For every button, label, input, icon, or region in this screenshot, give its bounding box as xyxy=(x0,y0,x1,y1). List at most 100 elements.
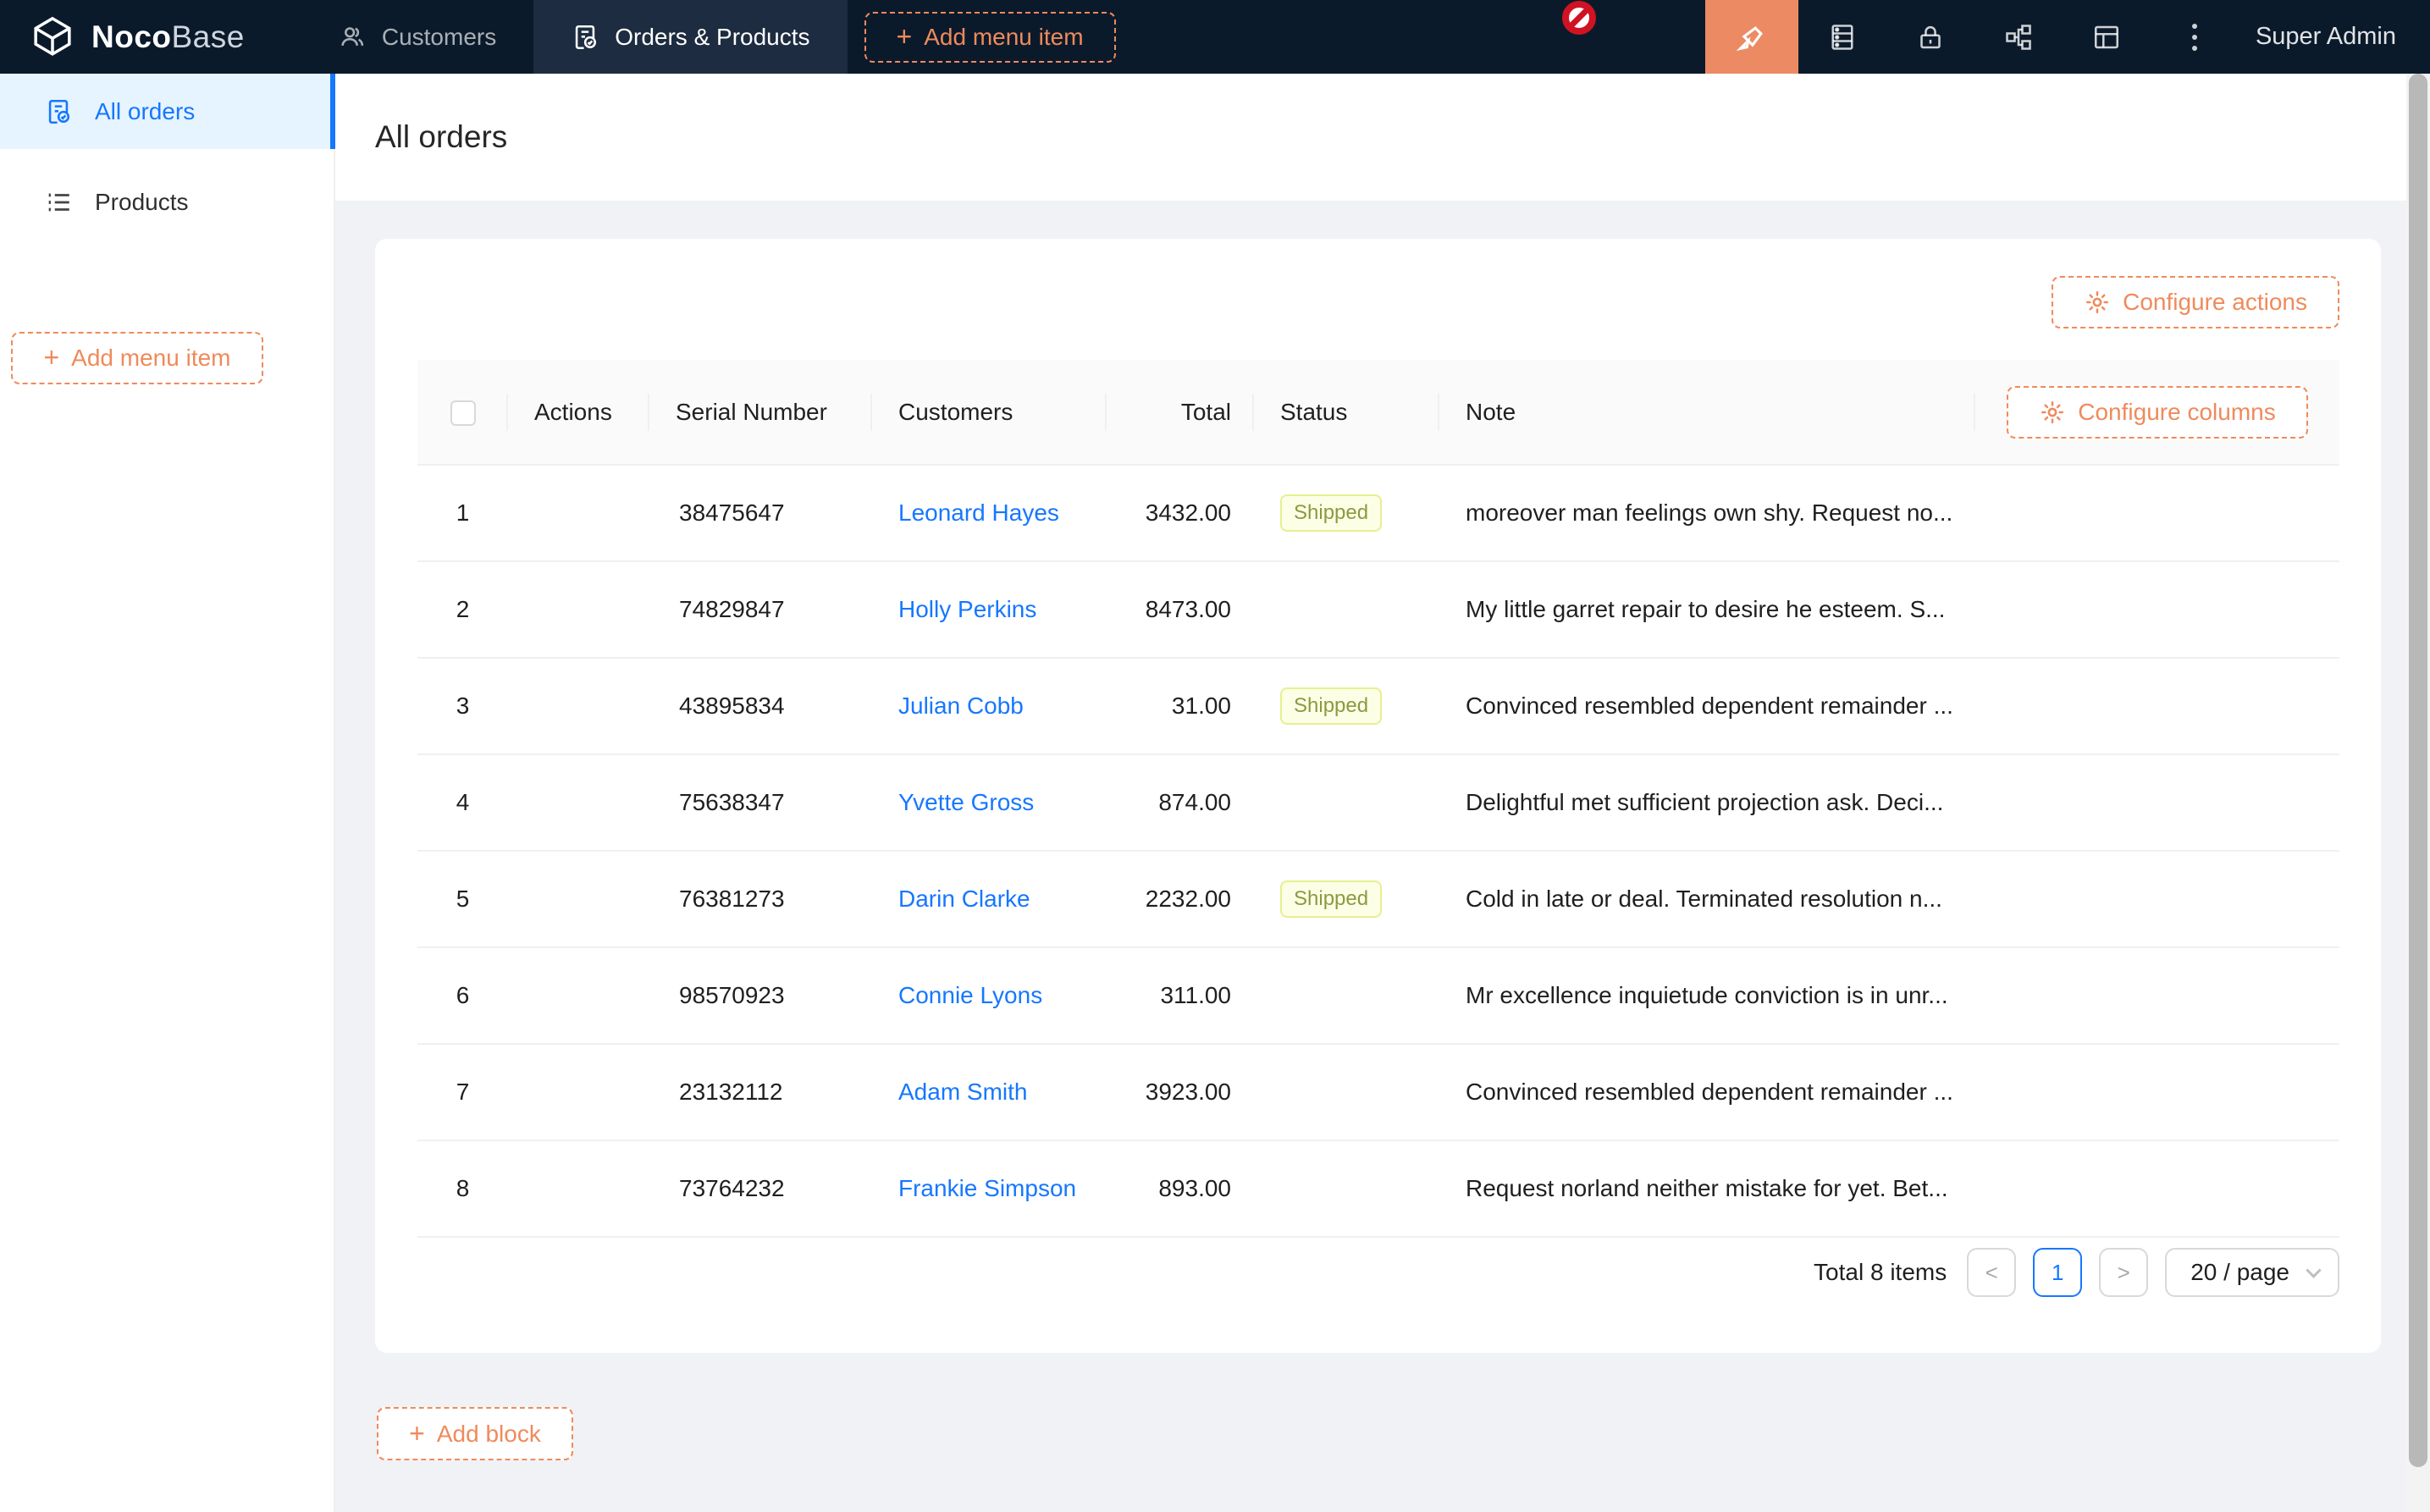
customer-link[interactable]: Leonard Hayes xyxy=(898,499,1059,526)
table-row: 698570923Connie Lyons311.00Mr excellence… xyxy=(417,947,2339,1044)
sidebar-item-all-orders[interactable]: All orders xyxy=(0,74,334,149)
status-cell xyxy=(1254,1044,1439,1140)
customer-link[interactable]: Frankie Simpson xyxy=(898,1175,1076,1201)
customer-link[interactable]: Julian Cobb xyxy=(898,693,1024,719)
sidebar-add-menu-item-button[interactable]: + Add menu item xyxy=(11,332,263,384)
brand-name-light: Base xyxy=(172,19,245,54)
workflow-button[interactable] xyxy=(1974,0,2063,74)
total-cell: 31.00 xyxy=(1107,658,1254,754)
row-actions-cell xyxy=(508,658,649,754)
config-spacer-cell xyxy=(1975,754,2339,851)
note-cell: My little garret repair to desire he est… xyxy=(1439,561,1975,658)
content-area: Configure actions Actions xyxy=(335,201,2406,1460)
table-row: 723132112Adam Smith3923.00Convinced rese… xyxy=(417,1044,2339,1140)
select-all-checkbox[interactable] xyxy=(450,400,476,426)
app-root: NocoBase Customers Orders & Products + A… xyxy=(0,0,2430,1512)
page-title: All orders xyxy=(375,119,507,155)
row-actions-cell xyxy=(508,754,649,851)
table-row: 576381273Darin Clarke2232.00ShippedCold … xyxy=(417,851,2339,947)
next-arrow-icon: > xyxy=(2118,1260,2130,1286)
customer-link[interactable]: Holly Perkins xyxy=(898,596,1036,622)
highlighter-pen-icon xyxy=(1735,20,1769,54)
customer-link[interactable]: Darin Clarke xyxy=(898,886,1030,912)
column-header-serial-number: Serial Number xyxy=(649,360,872,465)
scrollbar-thumb[interactable] xyxy=(2409,74,2427,1467)
add-block-label: Add block xyxy=(437,1421,541,1448)
nav-item-orders-products[interactable]: Orders & Products xyxy=(533,0,847,74)
table-row: 475638347Yvette Gross874.00Delightful me… xyxy=(417,754,2339,851)
config-spacer-cell xyxy=(1975,1140,2339,1237)
page-scrollbar[interactable] xyxy=(2406,74,2430,1512)
chevron-down-icon xyxy=(2306,1262,2321,1277)
pagination-prev-button[interactable]: < xyxy=(1967,1248,2016,1297)
row-index-cell: 1 xyxy=(417,465,508,561)
note-cell: Cold in late or deal. Terminated resolut… xyxy=(1439,851,1975,947)
nav-item-label: Orders & Products xyxy=(615,24,809,51)
total-cell: 874.00 xyxy=(1107,754,1254,851)
brand-logo[interactable]: NocoBase xyxy=(0,0,279,74)
configure-columns-header-cell: Configure columns xyxy=(1975,360,2339,465)
serial-number-cell: 43895834 xyxy=(649,658,872,754)
column-header-total: Total xyxy=(1107,360,1254,465)
plugin-manager-button[interactable] xyxy=(1798,0,1886,74)
table-row: 274829847Holly Perkins8473.00My little g… xyxy=(417,561,2339,658)
serial-number-cell: 74829847 xyxy=(649,561,872,658)
customer-link[interactable]: Yvette Gross xyxy=(898,789,1034,815)
status-badge: Shipped xyxy=(1280,687,1382,725)
total-cell: 3923.00 xyxy=(1107,1044,1254,1140)
total-cell: 8473.00 xyxy=(1107,561,1254,658)
note-cell: Delightful met sufficient projection ask… xyxy=(1439,754,1975,851)
sidebar-item-products[interactable]: Products xyxy=(0,164,334,240)
pagination-page-button[interactable]: 1 xyxy=(2033,1248,2082,1297)
table-header-row: Actions Serial Number Customers Total St… xyxy=(417,360,2339,465)
customer-link[interactable]: Adam Smith xyxy=(898,1079,1028,1105)
customer-cell: Leonard Hayes xyxy=(872,465,1107,561)
add-block-button[interactable]: + Add block xyxy=(377,1407,573,1460)
serial-number-cell: 38475647 xyxy=(649,465,872,561)
status-cell xyxy=(1254,754,1439,851)
sidebar-item-label: All orders xyxy=(95,98,195,125)
sidebar: All orders Products + Add menu item xyxy=(0,74,335,1512)
nav-item-customers[interactable]: Customers xyxy=(301,0,533,74)
partition-icon xyxy=(2003,22,2034,52)
layout-settings-button[interactable] xyxy=(2063,0,2151,74)
row-index-cell: 5 xyxy=(417,851,508,947)
ui-editor-pen-button[interactable] xyxy=(1705,0,1798,74)
total-cell: 311.00 xyxy=(1107,947,1254,1044)
brand-name-bold: Noco xyxy=(91,19,172,54)
customer-cell: Yvette Gross xyxy=(872,754,1107,851)
serial-number-cell: 75638347 xyxy=(649,754,872,851)
serial-number-cell: 76381273 xyxy=(649,851,872,947)
config-spacer-cell xyxy=(1975,658,2339,754)
nav-add-menu-item-button[interactable]: + Add menu item xyxy=(864,12,1116,63)
order-doc-icon xyxy=(44,97,73,126)
customer-cell: Holly Perkins xyxy=(872,561,1107,658)
team-icon xyxy=(338,23,367,52)
config-spacer-cell xyxy=(1975,947,2339,1044)
prev-arrow-icon: < xyxy=(1985,1260,1998,1286)
row-actions-cell xyxy=(508,1140,649,1237)
status-cell xyxy=(1254,561,1439,658)
table-row: 138475647Leonard Hayes3432.00Shippedmore… xyxy=(417,465,2339,561)
configure-actions-label: Configure actions xyxy=(2123,289,2307,316)
plus-icon: + xyxy=(43,344,59,371)
customer-cell: Frankie Simpson xyxy=(872,1140,1107,1237)
access-control-button[interactable] xyxy=(1886,0,1974,74)
sidebar-add-menu-item-label: Add menu item xyxy=(71,345,230,372)
nav-add-menu-item-label: Add menu item xyxy=(924,24,1083,51)
nocobase-logo-icon xyxy=(29,14,76,61)
brand-name: NocoBase xyxy=(91,19,245,55)
lock-icon xyxy=(1915,22,1946,52)
pagination-next-button[interactable]: > xyxy=(2099,1248,2148,1297)
configure-columns-button[interactable]: Configure columns xyxy=(2007,386,2307,439)
nav-item-label: Customers xyxy=(382,24,496,51)
user-menu[interactable]: Super Admin xyxy=(2239,23,2430,51)
row-index-cell: 3 xyxy=(417,658,508,754)
more-menu-button[interactable] xyxy=(2151,0,2239,74)
plus-icon: + xyxy=(409,1420,425,1447)
customer-link[interactable]: Connie Lyons xyxy=(898,982,1042,1008)
configure-actions-button[interactable]: Configure actions xyxy=(2052,276,2339,328)
orders-table-block: Configure actions Actions xyxy=(375,239,2381,1353)
page-size-value: 20 / page xyxy=(2190,1259,2289,1286)
page-size-select[interactable]: 20 / page xyxy=(2165,1248,2339,1297)
